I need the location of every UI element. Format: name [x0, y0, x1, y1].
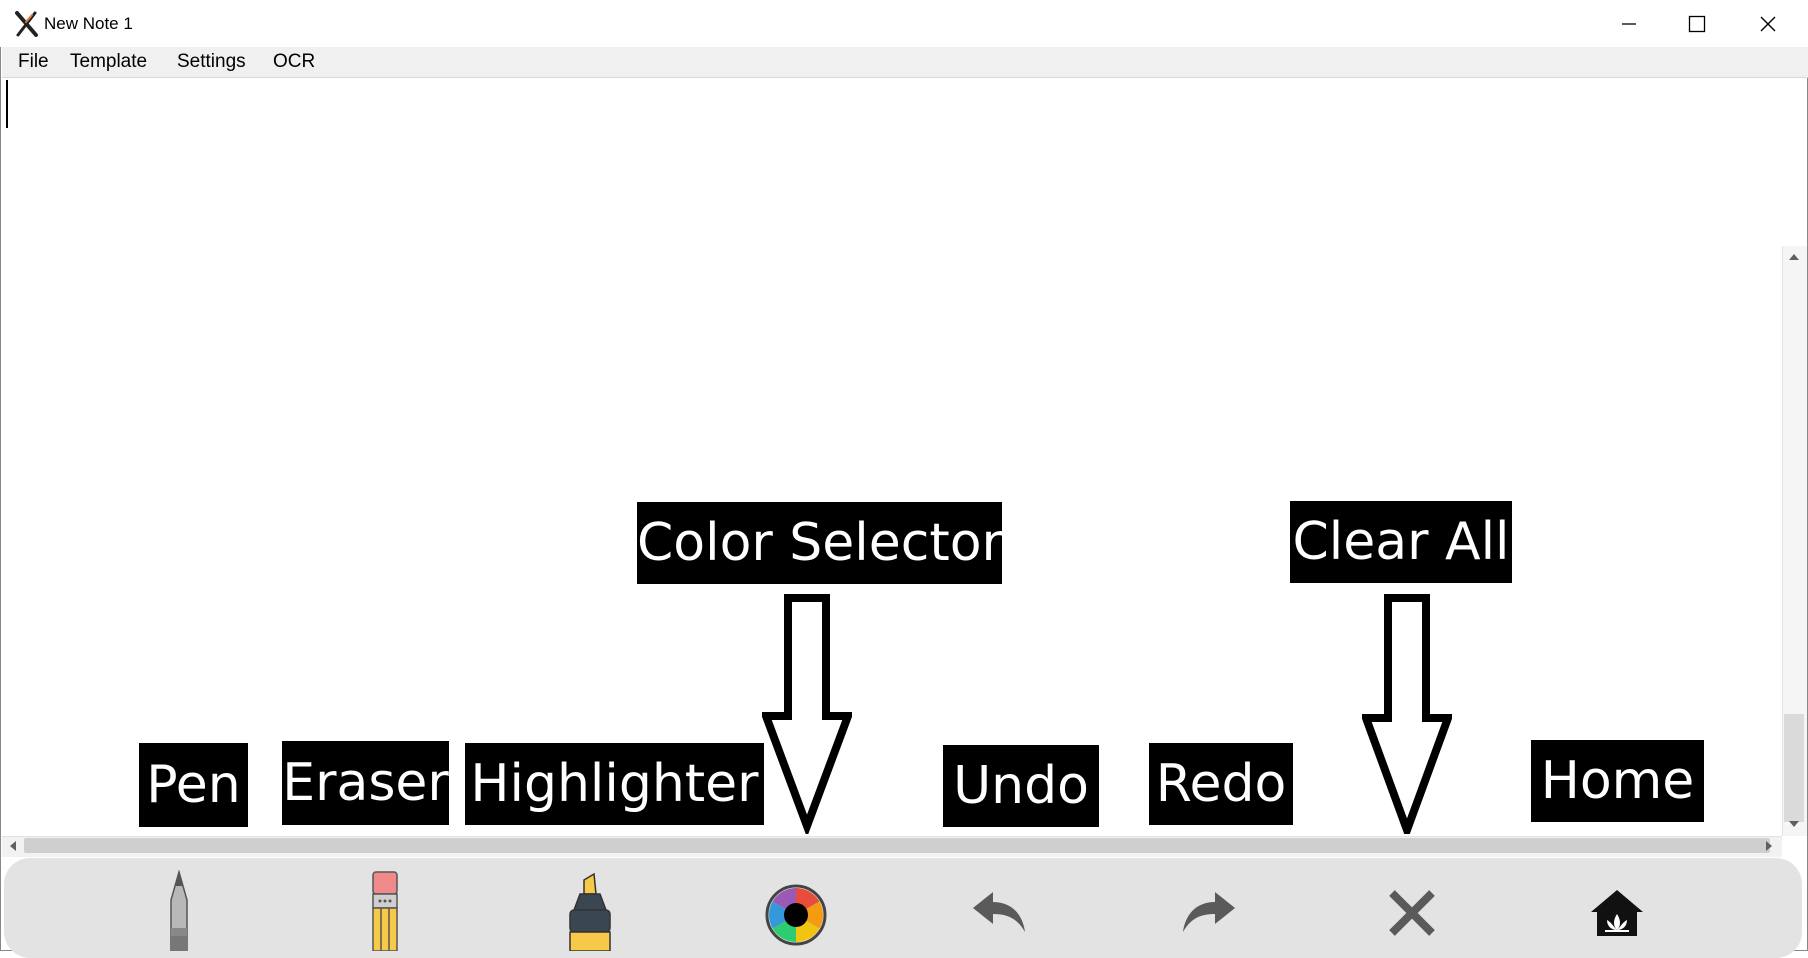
pen-button[interactable] — [139, 870, 219, 951]
text-caret — [6, 80, 8, 128]
annotation-pen: Pen — [139, 743, 248, 827]
menu-ocr[interactable]: OCR — [269, 51, 319, 73]
home-button[interactable] — [1577, 870, 1657, 951]
color-selector-button[interactable] — [756, 870, 836, 951]
close-icon — [1760, 16, 1776, 31]
undo-button[interactable] — [961, 870, 1041, 951]
undo-arrow-icon — [973, 892, 1025, 932]
title-bar — [0, 0, 1808, 47]
pen-icon — [170, 870, 188, 951]
menu-settings[interactable]: Settings — [173, 51, 250, 73]
menu-template[interactable]: Template — [66, 51, 151, 73]
color-selector-down-arrow — [760, 594, 854, 839]
annotation-redo: Redo — [1149, 743, 1293, 825]
scroll-left-icon[interactable] — [6, 838, 20, 859]
x-clear-icon — [1389, 890, 1435, 936]
maximize-icon — [1688, 15, 1706, 32]
clear-all-down-arrow — [1360, 594, 1454, 842]
menu-file[interactable]: File — [14, 51, 53, 73]
redo-button[interactable] — [1167, 870, 1247, 951]
color-wheel-icon — [765, 884, 827, 946]
maximize-button[interactable] — [1662, 0, 1732, 47]
highlighter-icon — [569, 872, 611, 951]
clear-all-button[interactable] — [1372, 870, 1452, 951]
annotation-color-selector: Color Selector — [637, 502, 1003, 584]
window-title: New Note 1 — [44, 14, 133, 33]
tool-bar — [4, 858, 1802, 958]
x-app-icon — [14, 11, 40, 37]
horizontal-scroll-thumb[interactable] — [24, 838, 1770, 853]
home-lotus-icon — [1591, 890, 1643, 936]
eraser-button[interactable] — [345, 870, 425, 951]
drawing-canvas[interactable] — [2, 78, 1782, 836]
annotation-home: Home — [1531, 740, 1704, 822]
minimize-icon — [1622, 22, 1636, 25]
highlighter-button[interactable] — [550, 870, 630, 951]
scroll-down-icon[interactable] — [1785, 817, 1803, 836]
scroll-up-icon[interactable] — [1785, 250, 1803, 269]
redo-arrow-icon — [1183, 892, 1235, 932]
scroll-right-icon[interactable] — [1762, 838, 1776, 859]
annotation-undo: Undo — [943, 745, 1099, 827]
annotation-highlighter: Highlighter — [465, 743, 764, 825]
annotation-clear-all: Clear All — [1290, 501, 1512, 583]
close-button[interactable] — [1733, 0, 1803, 47]
vertical-scroll-thumb[interactable] — [1784, 714, 1804, 822]
minimize-button[interactable] — [1594, 0, 1664, 47]
pencil-eraser-icon — [372, 871, 398, 951]
annotation-eraser: Eraser — [282, 741, 449, 825]
